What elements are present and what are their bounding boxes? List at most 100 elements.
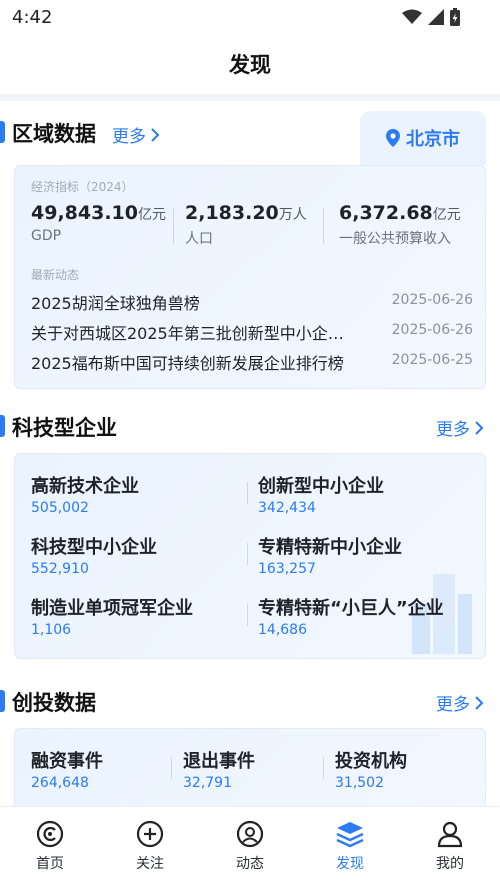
- tech-section-title: 科技型企业: [12, 416, 117, 440]
- news-title: 2025胡润全球独角兽榜: [31, 294, 200, 313]
- vc-card: 融资事件 264,648 退出事件 32,791 投资机构 31,502: [14, 728, 486, 806]
- chevron-right-icon: [475, 420, 484, 435]
- tech-item-value: 505,002: [31, 500, 89, 516]
- vc-item-name: 融资事件: [31, 751, 103, 772]
- item-divider: [323, 757, 324, 779]
- population-stat[interactable]: 2,183.20万人 人口: [185, 202, 307, 248]
- region-more-link[interactable]: 更多: [112, 122, 160, 147]
- section-marker: [0, 690, 5, 712]
- follow-icon: [136, 820, 164, 848]
- city-selector[interactable]: 北京市: [360, 111, 486, 165]
- tech-item-name: 制造业单项冠军企业: [31, 598, 193, 619]
- vc-item-financing-events[interactable]: 融资事件 264,648: [31, 747, 103, 791]
- tech-item-name: 专精特新“小巨人”企业: [258, 598, 444, 619]
- vc-item-value: 31,502: [335, 775, 384, 791]
- main-content[interactable]: 区域数据 更多 北京市 经济指标（2024） 49,843.10亿元 GDP 2…: [0, 94, 500, 806]
- tech-item-manufacturing-champion[interactable]: 制造业单项冠军企业 1,106: [31, 594, 193, 638]
- vc-item-investment-institutions[interactable]: 投资机构 31,502: [335, 747, 407, 791]
- news-date: 2025-06-26: [391, 292, 473, 308]
- news-date: 2025-06-25: [391, 352, 473, 368]
- tech-item-high-tech[interactable]: 高新技术企业 505,002: [31, 472, 139, 516]
- item-divider: [247, 482, 248, 504]
- battery-icon: [450, 8, 460, 26]
- city-name: 北京市: [406, 129, 460, 150]
- tab-discover[interactable]: 发现: [300, 807, 400, 889]
- population-label: 人口: [185, 231, 213, 247]
- tech-item-name: 创新型中小企业: [258, 476, 384, 497]
- section-marker: [0, 121, 5, 143]
- tech-section-header: 科技型企业 更多: [0, 395, 500, 459]
- population-value: 2,183.20: [185, 202, 279, 224]
- tab-label: 动态: [236, 856, 264, 872]
- bottom-tab-bar: 首页 关注 动态 发现 我的: [0, 806, 500, 889]
- region-card: 经济指标（2024） 49,843.10亿元 GDP 2,183.20万人 人口…: [14, 165, 486, 389]
- stat-divider: [323, 208, 324, 244]
- vc-item-value: 264,648: [31, 775, 89, 791]
- chevron-right-icon: [151, 127, 160, 142]
- tab-label: 关注: [136, 856, 164, 872]
- more-label: 更多: [112, 127, 146, 147]
- tab-news[interactable]: 动态: [200, 807, 300, 889]
- venture-capital-section: 创投数据 更多 融资事件 264,648 退出事件 32,791 投资机构 31…: [0, 670, 500, 806]
- vc-item-name: 投资机构: [335, 751, 407, 772]
- budget-revenue-stat[interactable]: 6,372.68亿元 一般公共预算收入: [339, 202, 461, 248]
- tech-item-value: 14,686: [258, 622, 307, 638]
- region-section: 区域数据 更多 北京市 经济指标（2024） 49,843.10亿元 GDP 2…: [0, 101, 500, 396]
- news-date: 2025-06-26: [391, 322, 473, 338]
- profile-icon: [437, 821, 463, 848]
- tech-item-tech-sme[interactable]: 科技型中小企业 552,910: [31, 533, 157, 577]
- chevron-right-icon: [475, 695, 484, 710]
- gdp-unit: 亿元: [137, 207, 166, 223]
- latest-news-label: 最新动态: [31, 268, 80, 282]
- news-item[interactable]: 关于对西城区2025年第三批创新型中小企… 2025-06-26: [31, 320, 473, 346]
- item-divider: [247, 543, 248, 565]
- more-label: 更多: [436, 695, 470, 715]
- status-time: 4:42: [12, 7, 53, 28]
- vc-more-link[interactable]: 更多: [436, 690, 484, 715]
- region-section-title: 区域数据: [12, 122, 96, 146]
- tech-item-name: 科技型中小企业: [31, 537, 157, 558]
- tech-item-specialized-sme[interactable]: 专精特新中小企业 163,257: [258, 533, 402, 577]
- tech-item-little-giant[interactable]: 专精特新“小巨人”企业 14,686: [258, 594, 444, 638]
- tech-item-name: 专精特新中小企业: [258, 537, 402, 558]
- tech-item-innovative-sme[interactable]: 创新型中小企业 342,434: [258, 472, 384, 516]
- item-divider: [171, 757, 172, 779]
- budget-revenue-value: 6,372.68: [339, 202, 433, 224]
- item-divider: [247, 604, 248, 626]
- gdp-stat[interactable]: 49,843.10亿元 GDP: [31, 202, 166, 244]
- tech-item-name: 高新技术企业: [31, 476, 139, 497]
- population-unit: 万人: [278, 207, 307, 223]
- status-icons: [402, 8, 460, 26]
- tech-more-link[interactable]: 更多: [436, 415, 484, 440]
- status-bar: 4:42: [0, 0, 500, 36]
- vc-section-title: 创投数据: [12, 691, 96, 715]
- news-title: 2025福布斯中国可持续创新发展企业排行榜: [31, 354, 344, 373]
- discover-icon: [336, 822, 364, 848]
- news-item[interactable]: 2025胡润全球独角兽榜 2025-06-26: [31, 290, 473, 316]
- news-title: 关于对西城区2025年第三批创新型中小企…: [31, 324, 344, 343]
- tab-label: 首页: [36, 856, 64, 872]
- stat-divider: [173, 208, 174, 244]
- gdp-label: GDP: [31, 228, 62, 244]
- section-marker: [0, 415, 5, 437]
- tab-label: 我的: [436, 856, 464, 872]
- page-title: 发现: [229, 53, 271, 77]
- tech-item-value: 552,910: [31, 561, 89, 577]
- tab-home[interactable]: 首页: [0, 807, 100, 889]
- tech-card: 高新技术企业 505,002 创新型中小企业 342,434 科技型中小企业 5…: [14, 453, 486, 659]
- economic-indicators-label: 经济指标（2024）: [31, 180, 134, 194]
- more-label: 更多: [436, 420, 470, 440]
- tab-profile[interactable]: 我的: [400, 807, 500, 889]
- vc-item-exit-events[interactable]: 退出事件 32,791: [183, 747, 255, 791]
- title-bar: 发现: [0, 36, 500, 94]
- tab-follow[interactable]: 关注: [100, 807, 200, 889]
- budget-revenue-unit: 亿元: [432, 207, 461, 223]
- tech-item-value: 342,434: [258, 500, 316, 516]
- home-icon: [36, 820, 64, 848]
- vc-item-value: 32,791: [183, 775, 232, 791]
- vc-item-name: 退出事件: [183, 751, 255, 772]
- news-icon: [236, 820, 264, 848]
- news-item[interactable]: 2025福布斯中国可持续创新发展企业排行榜 2025-06-25: [31, 350, 473, 376]
- budget-revenue-label: 一般公共预算收入: [339, 231, 451, 247]
- tech-item-value: 163,257: [258, 561, 316, 577]
